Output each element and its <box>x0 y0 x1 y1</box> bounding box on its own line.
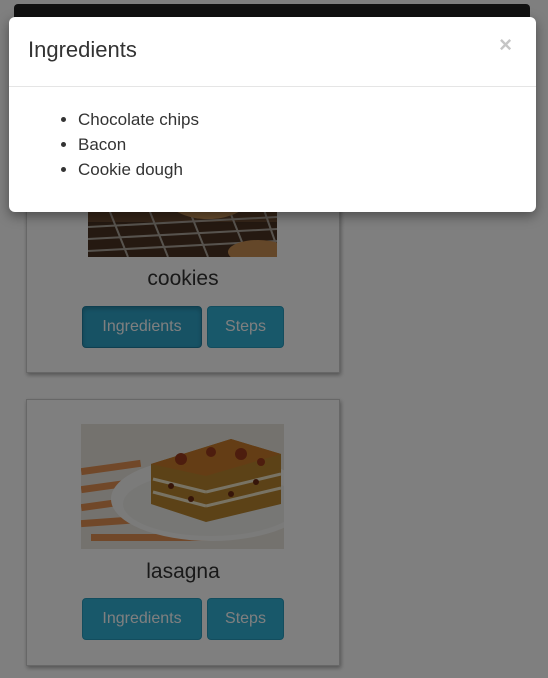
close-icon[interactable]: × <box>493 33 518 57</box>
recipe-page: cookies Ingredients Steps <box>0 0 548 678</box>
list-item: Chocolate chips <box>78 107 536 132</box>
modal-body: Chocolate chips Bacon Cookie dough <box>9 87 536 182</box>
modal-title: Ingredients <box>28 37 137 62</box>
list-item: Bacon <box>78 132 536 157</box>
modal-header: Ingredients × <box>9 17 536 87</box>
ingredients-modal: Ingredients × Chocolate chips Bacon Cook… <box>9 17 536 212</box>
list-item: Cookie dough <box>78 157 536 182</box>
ingredient-list: Chocolate chips Bacon Cookie dough <box>9 107 536 182</box>
